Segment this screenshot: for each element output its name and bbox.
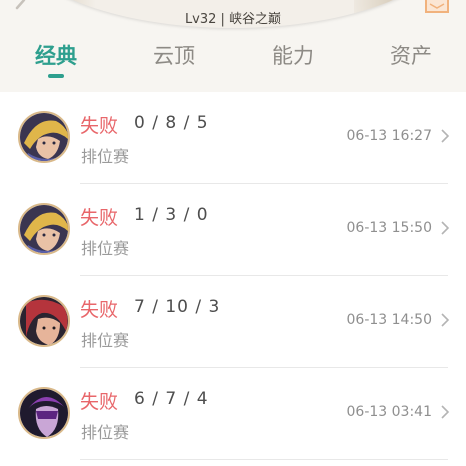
- tab-assets[interactable]: 资产: [361, 36, 461, 80]
- match-time: 06-13 14:50: [346, 312, 432, 328]
- chevron-right-icon: [441, 405, 450, 419]
- match-mode: 排位赛: [81, 147, 130, 166]
- match-kda: 1 / 3 / 0: [134, 205, 209, 225]
- match-mode: 排位赛: [81, 331, 130, 350]
- profile-header: Lv32 | 峡谷之巅 经典 云顶 能力 资产: [0, 0, 466, 92]
- chevron-right-icon: [441, 313, 450, 327]
- chevron-right-icon: [441, 129, 450, 143]
- match-result: 失败: [80, 391, 119, 413]
- tab-tft[interactable]: 云顶: [124, 36, 224, 80]
- level-region-text: Lv32 | 峡谷之巅: [184, 12, 282, 27]
- champion-ezreal-avatar-icon: [20, 113, 68, 161]
- match-row[interactable]: 失败 6 / 7 / 4 排位赛 06-13 03:41: [0, 368, 466, 460]
- tab-ability[interactable]: 能力: [243, 36, 343, 80]
- match-mode: 排位赛: [81, 239, 130, 258]
- match-result: 失败: [80, 299, 119, 321]
- active-tab-indicator: [48, 74, 64, 78]
- chevron-right-icon: [441, 221, 450, 235]
- match-result: 失败: [80, 115, 119, 137]
- champion-avatar: [18, 111, 70, 163]
- champion-avatar: [18, 387, 70, 439]
- match-time: 06-13 15:50: [346, 220, 432, 236]
- champion-purple-mask-avatar-icon: [20, 389, 68, 437]
- match-kda: 7 / 10 / 3: [134, 297, 221, 317]
- match-history-list: 失败 0 / 8 / 5 排位赛 06-13 16:27 失败 1 / 3 / …: [0, 92, 466, 460]
- match-result: 失败: [80, 207, 119, 229]
- match-mode: 排位赛: [81, 423, 130, 442]
- tab-bar: 经典 云顶 能力 资产: [0, 36, 466, 80]
- champion-ezreal-avatar-icon: [20, 205, 68, 253]
- champion-avatar: [18, 295, 70, 347]
- match-row[interactable]: 失败 0 / 8 / 5 排位赛 06-13 16:27: [0, 92, 466, 184]
- match-time: 06-13 16:27: [346, 128, 432, 144]
- match-kda: 0 / 8 / 5: [134, 113, 209, 133]
- champion-avatar: [18, 203, 70, 255]
- champion-red-hair-avatar-icon: [20, 297, 68, 345]
- match-time: 06-13 03:41: [346, 404, 432, 420]
- match-row[interactable]: 失败 1 / 3 / 0 排位赛 06-13 15:50: [0, 184, 466, 276]
- match-kda: 6 / 7 / 4: [134, 389, 209, 409]
- match-row[interactable]: 失败 7 / 10 / 3 排位赛 06-13 14:50: [0, 276, 466, 368]
